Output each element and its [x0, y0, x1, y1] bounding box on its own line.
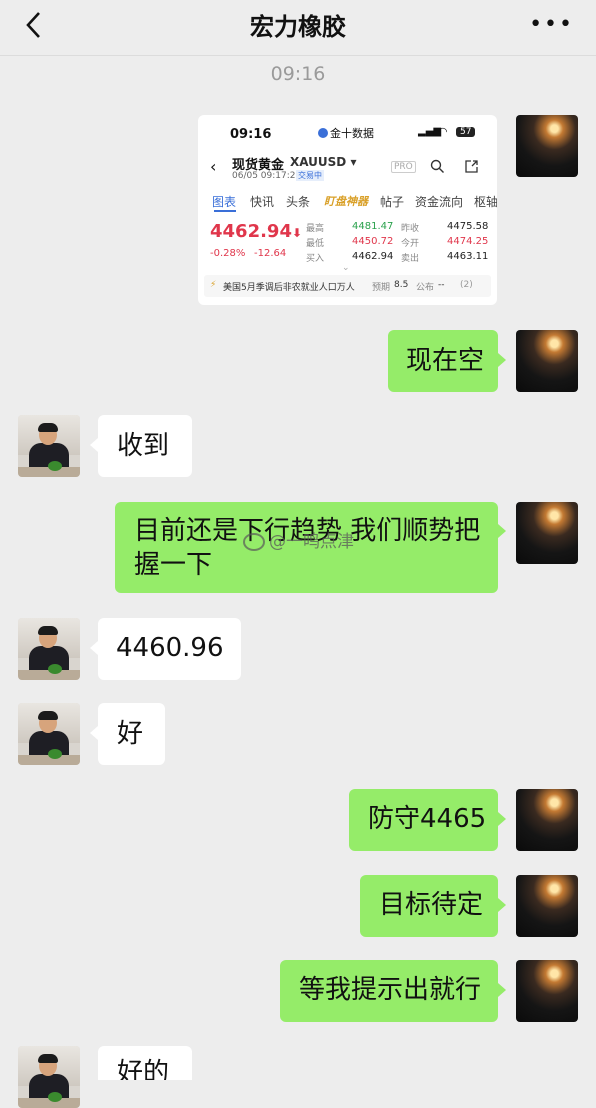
shot-symbol-code: XAUUSD ▾	[290, 155, 357, 169]
shot-high: 4481.47	[352, 221, 394, 232]
shot-status-time: 09:16	[230, 127, 272, 142]
weibo-icon	[243, 533, 265, 551]
chat-title: 宏力橡胶	[250, 13, 346, 41]
chat-header: 宏力橡胶 •••	[0, 0, 596, 50]
jin10-logo-icon	[318, 128, 328, 138]
my-avatar[interactable]	[516, 875, 578, 937]
contact-avatar[interactable]	[18, 703, 80, 765]
bubble-tail	[90, 641, 98, 655]
contact-avatar[interactable]	[18, 618, 80, 680]
shot-share-icon	[465, 160, 478, 173]
message-bubble-received[interactable]: 收到	[98, 415, 192, 477]
shot-tab: 帖子	[380, 195, 405, 209]
my-avatar[interactable]	[516, 789, 578, 851]
header-divider	[0, 55, 596, 56]
shot-dropdown-icon: ▾	[350, 155, 357, 169]
bubble-tail	[498, 353, 506, 367]
shot-expand-icon: ⌄	[342, 263, 350, 273]
shot-datetime: 06/05 09:17:29	[232, 171, 302, 181]
shot-pro-badge: PRO	[391, 161, 416, 173]
shot-prev-label: 昨收	[401, 224, 420, 234]
shot-change-pct: -0.28%	[210, 248, 246, 259]
contact-avatar[interactable]	[18, 415, 80, 477]
shot-news-icon: ⚡	[210, 280, 217, 290]
shot-tab-underline	[214, 210, 236, 212]
shot-open-label: 今开	[401, 239, 420, 249]
contact-avatar[interactable]	[18, 1046, 80, 1108]
my-avatar[interactable]	[516, 330, 578, 392]
shot-actual: --	[438, 280, 445, 290]
message-bubble-received[interactable]: 好	[98, 703, 165, 765]
shot-back-icon: ‹	[210, 157, 217, 176]
shot-tab: 盯盘神器	[324, 195, 368, 208]
shot-low: 4450.72	[352, 236, 394, 247]
message-bubble-received[interactable]: 4460.96	[98, 618, 241, 680]
shot-low-label: 最低	[306, 239, 325, 249]
shot-tab: 快讯	[250, 195, 275, 209]
message-bubble-sent[interactable]: 目标待定	[360, 875, 498, 937]
more-options-icon[interactable]: •••	[529, 14, 574, 36]
shot-tab: 图表	[212, 195, 237, 209]
bubble-tail	[90, 726, 98, 740]
message-bubble-sent[interactable]: 现在空	[388, 330, 498, 392]
shot-price: 4462.94⬇	[210, 221, 303, 242]
shot-app-name: 金十数据	[318, 125, 374, 141]
shot-ask: 4463.11	[447, 251, 489, 262]
shot-trading-status: 交易中	[296, 170, 324, 181]
shot-search-icon	[430, 159, 444, 173]
shot-tab: 资金流向	[415, 195, 464, 209]
bubble-tail	[498, 812, 506, 826]
shot-change-abs: -12.64	[254, 248, 287, 259]
my-avatar[interactable]	[516, 502, 578, 564]
shot-prev: 4475.58	[447, 221, 489, 232]
my-avatar[interactable]	[516, 960, 578, 1022]
shot-forecast: 8.5	[394, 280, 409, 290]
bubble-tail	[498, 983, 506, 997]
shot-wifi-icon: ◠	[438, 125, 448, 138]
shot-actual-label: 公布	[416, 283, 435, 293]
shot-news-count: (2)	[460, 280, 473, 290]
shot-ask-label: 卖出	[401, 254, 420, 264]
message-bubble-received[interactable]: 好的	[98, 1046, 192, 1080]
watermark: @一鸣点津	[243, 527, 354, 552]
shot-high-label: 最高	[306, 224, 325, 234]
my-avatar[interactable]	[516, 115, 578, 177]
shot-battery: 57	[456, 127, 476, 137]
bubble-tail	[498, 898, 506, 912]
message-timestamp: 09:16	[270, 63, 326, 85]
shot-tab: 枢轴	[474, 195, 497, 209]
bubble-tail	[90, 438, 98, 452]
shot-bid-label: 买入	[306, 254, 325, 264]
bubble-tail	[498, 524, 506, 538]
shot-tab: 头条	[286, 195, 311, 209]
image-message[interactable]: 09:16 金十数据 ▂▄▆ ◠ 57 ‹ 现货黄金 XAUUSD ▾ 06/0…	[198, 115, 497, 305]
shot-forecast-label: 预期	[372, 283, 391, 293]
shot-news-text: 美国5月季调后非农就业人口万人	[223, 283, 355, 293]
shot-down-arrow-icon: ⬇	[291, 226, 303, 240]
message-bubble-sent[interactable]: 防守4465	[349, 789, 498, 851]
message-bubble-sent[interactable]: 等我提示出就行	[280, 960, 498, 1022]
shot-open: 4474.25	[447, 236, 489, 247]
shot-bid: 4462.94	[352, 251, 394, 262]
